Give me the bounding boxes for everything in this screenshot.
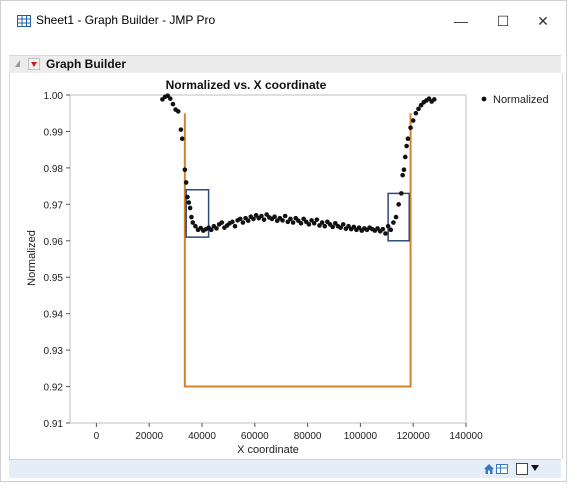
dropdown-arrow-icon[interactable] [531,465,539,471]
y-tick-label: 0.95 [44,273,64,284]
data-point [322,223,328,229]
data-point [219,220,225,225]
data-point [314,217,320,222]
window-title: Sheet1 - Graph Builder - JMP Pro [36,13,216,27]
data-point [186,200,192,205]
y-tick-label: 0.98 [44,164,64,175]
data-point [298,220,304,226]
data-point [340,222,346,227]
data-point [187,205,193,211]
data-point [168,96,173,101]
data-point [380,226,386,232]
data-point [306,222,312,227]
y-tick-label: 0.99 [44,127,64,138]
x-tick-label: 0 [94,431,100,442]
x-tick-label: 20000 [135,431,163,442]
x-tick-label: 140000 [449,431,483,442]
y-tick-label: 1.00 [44,91,64,102]
data-point [405,136,411,142]
x-tick-label: 120000 [397,431,431,442]
y-axis-label: Normalized [26,230,38,286]
data-point [404,143,409,149]
data-point [183,180,189,185]
data-point [383,231,388,236]
graph-area: Normalized vs. X coordinate 0.91 0.92 0.93… [9,73,563,459]
y-tick-label: 0.91 [44,419,64,430]
data-point [240,220,246,225]
status-bar [9,459,561,478]
data-point [175,109,181,114]
x-tick-label: 60000 [241,431,269,442]
y-tick-label: 0.96 [44,237,64,248]
scatter-chart[interactable]: Normalized vs. X coordinate 0.91 0.92 0.93… [10,73,562,459]
data-point [230,219,235,225]
data-point [432,97,437,102]
data-point [290,220,296,225]
data-point [178,127,184,132]
disclosure-triangle-icon[interactable] [15,60,20,67]
platform-title: Graph Builder [46,57,127,71]
x-tick-label: 80000 [294,431,322,442]
data-point [410,118,416,123]
data-point [402,154,408,160]
y-tick-label: 0.92 [44,383,64,394]
x-axis-label: X coordinate [237,444,299,456]
x-tick-label: 100000 [344,431,378,442]
data-point [179,136,185,142]
data-point [261,217,267,222]
box-icon[interactable] [516,463,528,475]
data-point [396,202,401,207]
chart-title: Normalized vs. X coordinate [166,78,327,92]
legend: Normalized [481,94,549,106]
data-point [245,218,251,224]
datatable-icon [17,15,31,27]
red-triangle-menu-button[interactable] [28,58,40,70]
data-point [391,220,396,225]
data-point [185,194,190,200]
close-button[interactable]: ✕ [531,9,555,33]
legend-marker [481,96,487,102]
title-bar[interactable]: Sheet1 - Graph Builder - JMP Pro — ☐ ✕ [1,1,566,41]
data-point [214,226,219,231]
minimize-button[interactable]: — [449,9,473,33]
legend-item-normalized: Normalized [493,94,549,106]
graph-builder-header: Graph Builder [9,55,561,75]
data-point [408,125,413,131]
data-point [413,110,419,116]
data-point [393,214,399,220]
grid-icon[interactable] [496,463,508,475]
data-point [388,227,394,233]
data-point [282,213,288,219]
y-tick-label: 0.97 [44,200,64,211]
data-point [182,167,188,173]
y-tick-label: 0.93 [44,346,64,357]
data-point [400,172,405,178]
data-point [189,214,194,220]
x-tick-label: 40000 [188,431,216,442]
home-icon[interactable] [483,463,495,475]
maximize-button[interactable]: ☐ [491,9,515,33]
data-point [232,223,238,229]
data-point [170,101,176,107]
data-point [272,214,277,220]
graph-builder-window: Sheet1 - Graph Builder - JMP Pro — ☐ ✕ G… [0,0,567,482]
y-tick-label: 0.94 [44,310,64,321]
data-point [280,218,285,223]
red-triangle-menu-icon [31,62,37,67]
data-point [399,191,404,196]
data-point [401,167,407,173]
